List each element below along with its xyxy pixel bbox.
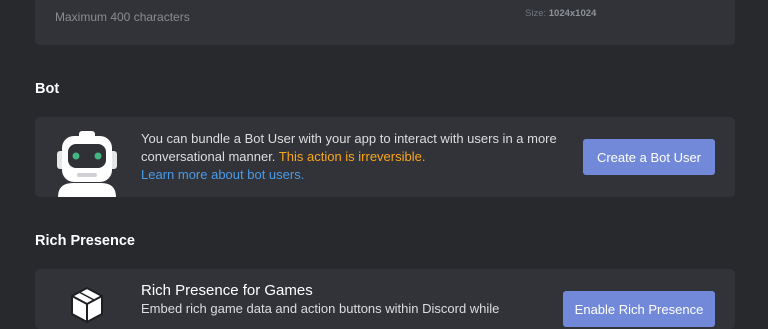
app-icon-panel: Maximum 400 characters Size: 1024x1024 bbox=[35, 0, 735, 45]
create-bot-user-button[interactable]: Create a Bot User bbox=[583, 139, 715, 175]
enable-rich-presence-button[interactable]: Enable Rich Presence bbox=[563, 291, 715, 327]
rich-presence-section-heading: Rich Presence bbox=[35, 233, 135, 249]
rich-presence-title: Rich Presence for Games bbox=[141, 282, 313, 299]
irreversible-warning: This action is irreversible. bbox=[278, 149, 426, 164]
robot-icon bbox=[57, 131, 117, 197]
size-label: Size: bbox=[525, 8, 547, 19]
bot-description: You can bundle a Bot User with your app … bbox=[141, 130, 561, 184]
cube-icon bbox=[71, 287, 103, 323]
bot-section-heading: Bot bbox=[35, 81, 60, 97]
icon-size-hint: Size: 1024x1024 bbox=[525, 8, 596, 19]
learn-more-link[interactable]: Learn more about bot users. bbox=[141, 167, 304, 182]
bot-panel: You can bundle a Bot User with your app … bbox=[35, 117, 735, 197]
size-value: 1024x1024 bbox=[548, 8, 597, 19]
rich-presence-panel: Rich Presence for Games Embed rich game … bbox=[35, 269, 735, 329]
rich-presence-description: Embed rich game data and action buttons … bbox=[141, 301, 500, 316]
description-hint: Maximum 400 characters bbox=[55, 10, 190, 24]
